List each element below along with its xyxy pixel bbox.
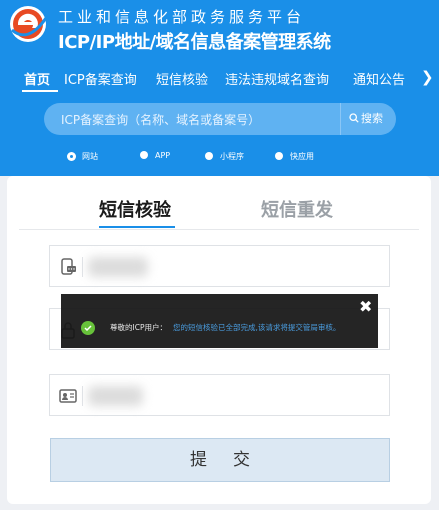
search-button[interactable]: 搜索 [340,103,396,135]
type-option-label: APP [155,151,171,160]
nav-item-sms-verify[interactable]: 短信核验 [156,69,208,88]
field-separator [82,386,83,406]
top-nav: 首页 ICP备案查询 短信核验 违法违规域名查询 通知公告 ❯ [0,66,439,92]
radio-unchecked-icon [205,152,213,160]
system-title: ICP/IP地址/域名信息备案管理系统 [58,32,331,53]
toast-label: 尊敬的ICP用户： [110,323,167,332]
search-input[interactable]: ICP备案查询（名称、域名或备案号） [61,111,260,128]
phone-field[interactable] [49,245,390,287]
header: 工业和信息化部政务服务平台 ICP/IP地址/域名信息备案管理系统 首页 ICP… [0,0,439,176]
search-bar: ICP备案查询（名称、域名或备案号） 搜索 [44,103,396,135]
close-icon[interactable]: ✖ [359,297,372,316]
submit-button[interactable]: 提交 [50,438,390,482]
redacted-value [88,257,148,277]
type-option-mini-program[interactable]: 小程序 [205,151,244,162]
check-circle-icon [81,321,95,335]
platform-title: 工业和信息化部政务服务平台 [58,8,306,26]
field-separator [82,257,83,277]
tab-sms-verify[interactable]: 短信核验 [99,196,171,222]
tab-active-indicator [99,226,175,228]
type-option-quick-app[interactable]: 快应用 [275,151,314,162]
type-option-label: 小程序 [220,152,244,161]
type-option-label: 快应用 [290,152,314,161]
type-option-label: 网站 [82,152,98,161]
radio-unchecked-icon [275,152,283,160]
search-button-label: 搜索 [361,112,383,125]
id-number-field[interactable] [49,374,390,416]
search-icon [349,113,359,123]
radio-unchecked-icon [140,151,148,159]
nav-active-indicator [22,90,58,92]
tab-sms-resend[interactable]: 短信重发 [261,196,333,222]
tab-divider [19,229,419,230]
gov-logo-icon [10,6,48,42]
nav-item-notices[interactable]: 通知公告 [353,69,405,88]
redacted-value [88,386,143,406]
success-toast: ✖ 尊敬的ICP用户： 您的短信核验已全部完成,该请求将提交管局审核。 [61,294,378,348]
toast-message: 您的短信核验已全部完成,该请求将提交管局审核。 [172,323,341,332]
nav-item-home[interactable]: 首页 [24,69,50,88]
nav-item-icp-query[interactable]: ICP备案查询 [64,69,137,88]
chevron-right-icon[interactable]: ❯ [421,68,434,86]
phone-message-icon [61,258,76,275]
type-option-website[interactable]: 网站 [68,151,98,162]
toast-text: 尊敬的ICP用户： 您的短信核验已全部完成,该请求将提交管局审核。 [110,322,340,333]
nav-item-illegal-domain-query[interactable]: 违法违规域名查询 [225,69,329,88]
id-card-icon [59,389,77,403]
radio-checked-icon [68,153,75,160]
type-option-app[interactable]: APP [140,151,170,160]
